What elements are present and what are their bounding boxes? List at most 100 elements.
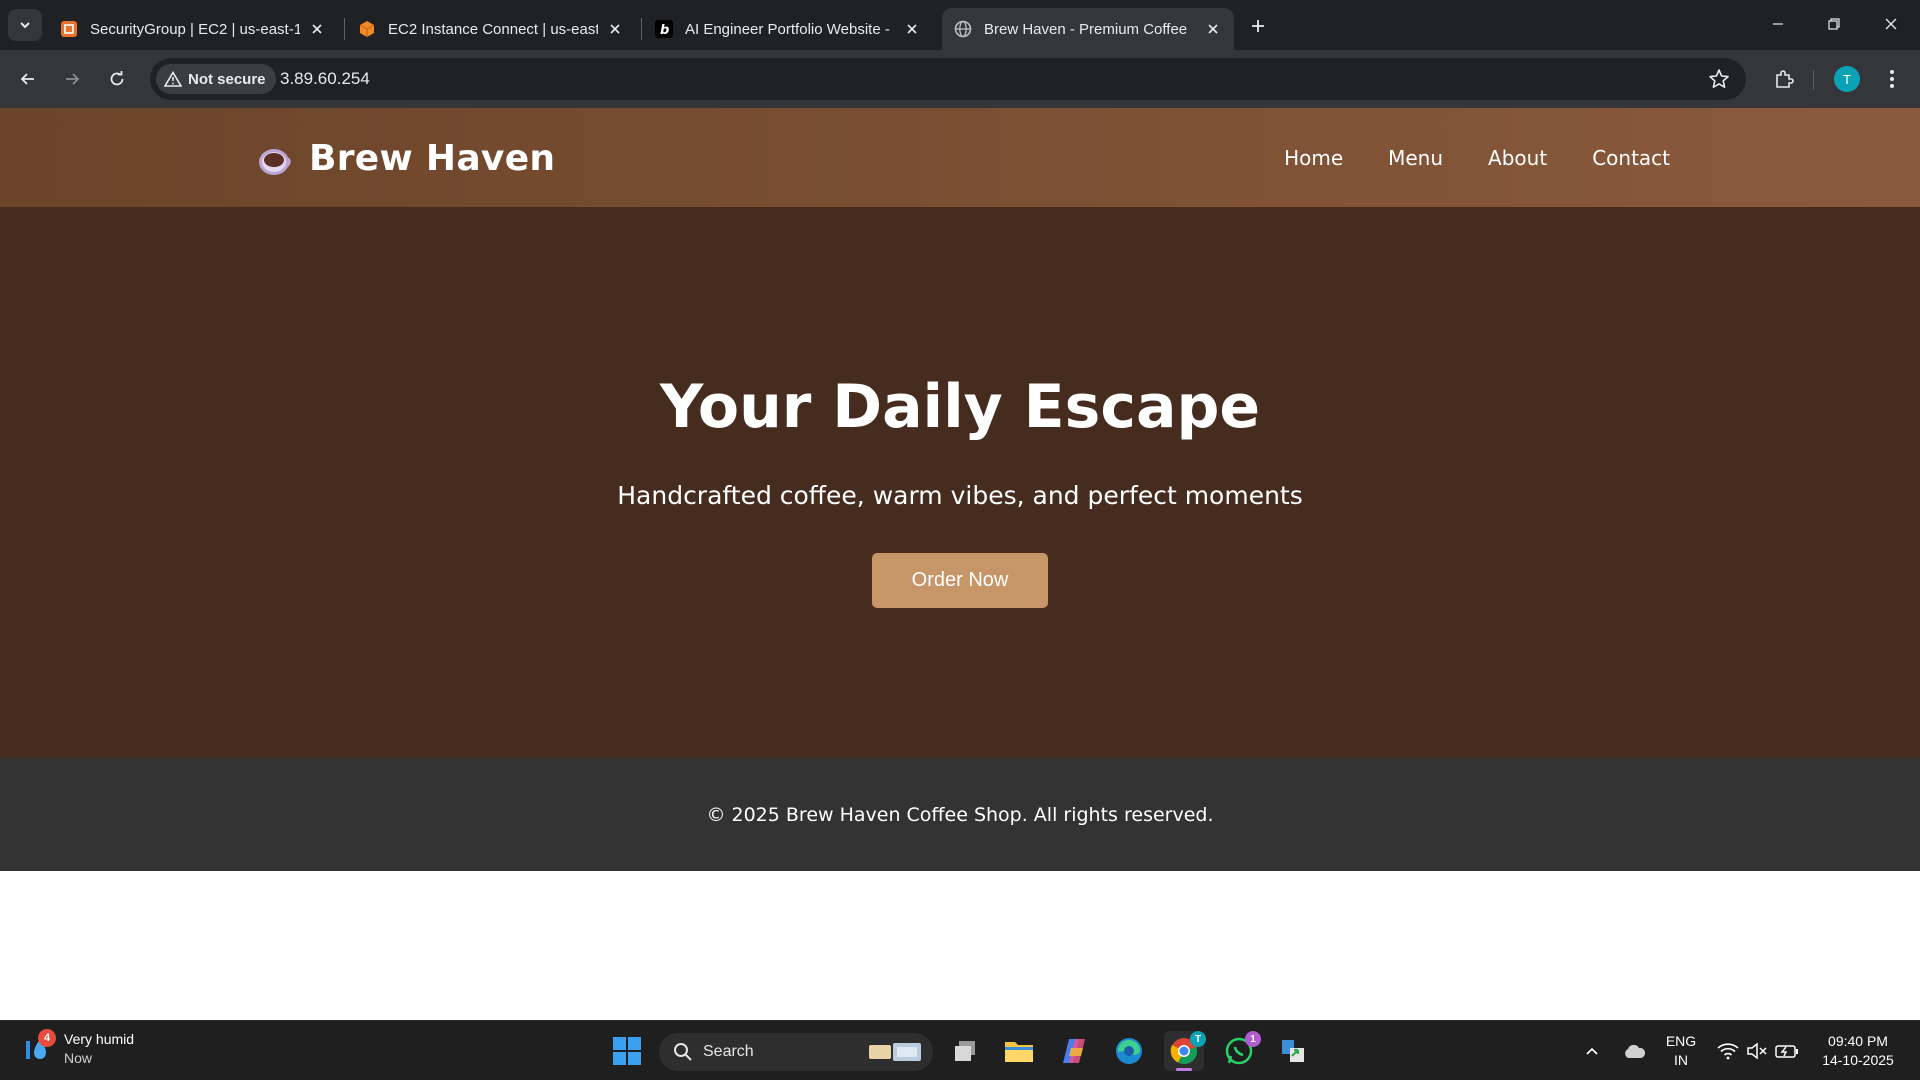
plus-icon xyxy=(1252,20,1264,32)
nav-home[interactable]: Home xyxy=(1284,146,1343,170)
browser-tab-bar: SecurityGroup | EC2 | us-east-1 EC2 Inst… xyxy=(0,0,1920,50)
browser-toolbar: Not secure 3.89.60.254 T xyxy=(0,50,1920,108)
chevron-up-icon xyxy=(1586,1047,1598,1055)
tab-ai-portfolio[interactable]: b AI Engineer Portfolio Website - xyxy=(643,8,933,50)
tab-divider xyxy=(641,18,642,40)
security-indicator[interactable]: Not secure xyxy=(156,64,276,94)
app-shortcut-icon xyxy=(1282,1040,1304,1062)
file-explorer-button[interactable] xyxy=(999,1031,1039,1071)
toolbar-divider xyxy=(1813,70,1814,90)
edge-browser-icon xyxy=(1116,1038,1142,1064)
hero-subtitle: Handcrafted coffee, warm vibes, and perf… xyxy=(617,481,1303,510)
reload-button[interactable] xyxy=(101,63,133,95)
task-view-button[interactable] xyxy=(945,1031,985,1071)
battery-charging-icon xyxy=(1775,1045,1798,1058)
close-icon[interactable] xyxy=(903,20,921,38)
extensions-button[interactable] xyxy=(1768,63,1800,95)
nav-menu[interactable]: Menu xyxy=(1388,146,1443,170)
aws-cube-icon xyxy=(358,20,376,38)
bookmark-star-icon[interactable] xyxy=(1708,68,1730,90)
order-now-button[interactable]: Order Now xyxy=(872,553,1048,608)
tab-search-button[interactable] xyxy=(8,9,42,41)
puzzle-piece-icon xyxy=(1776,70,1794,88)
new-tab-button[interactable] xyxy=(1244,12,1272,40)
hero-title: Your Daily Escape xyxy=(659,372,1261,442)
folder-icon xyxy=(1005,1042,1033,1062)
show-hidden-icons-button[interactable] xyxy=(1572,1031,1612,1071)
clock[interactable]: 09:40 PM 14-10-2025 xyxy=(1808,1032,1908,1070)
site-name: Brew Haven xyxy=(309,138,556,179)
battery-button[interactable] xyxy=(1767,1031,1807,1071)
chrome-button[interactable]: T xyxy=(1164,1031,1206,1071)
nav-contact[interactable]: Contact xyxy=(1592,146,1670,170)
taskbar: 4 Very humid Now Search T 1 ENG IN 09:40… xyxy=(0,1020,1920,1080)
hero-section: Your Daily Escape Handcrafted coffee, wa… xyxy=(0,207,1920,758)
profile-avatar[interactable]: T xyxy=(1834,66,1860,92)
aws-ec2-icon xyxy=(60,20,78,38)
nav-about[interactable]: About xyxy=(1488,146,1547,170)
clock-date: 14-10-2025 xyxy=(1822,1052,1894,1068)
restore-icon xyxy=(1828,18,1840,30)
site-header: Brew Haven Home Menu About Contact xyxy=(0,108,1920,207)
start-button[interactable] xyxy=(607,1031,647,1071)
url-text[interactable]: 3.89.60.254 xyxy=(280,69,370,89)
wifi-icon xyxy=(1717,1043,1739,1060)
windows-logo-icon xyxy=(613,1037,641,1065)
volume-muted-icon xyxy=(1747,1042,1767,1060)
weather-time: Now xyxy=(64,1050,93,1066)
site-footer: © 2025 Brew Haven Coffee Shop. All right… xyxy=(0,758,1920,871)
notification-badge: 1 xyxy=(1245,1031,1261,1047)
tab-brew-haven[interactable]: Brew Haven - Premium Coffee xyxy=(942,8,1234,50)
task-view-icon xyxy=(955,1041,975,1061)
reload-icon xyxy=(110,71,124,86)
weather-icon: 4 xyxy=(22,1029,58,1067)
clock-time: 09:40 PM xyxy=(1828,1033,1888,1049)
tab-title: Brew Haven - Premium Coffee xyxy=(984,20,1188,38)
whatsapp-button[interactable]: 1 xyxy=(1219,1031,1261,1071)
onedrive-button[interactable] xyxy=(1614,1031,1654,1071)
copyright-text: © 2025 Brew Haven Coffee Shop. All right… xyxy=(706,804,1214,826)
search-icon xyxy=(674,1043,692,1061)
app-button[interactable] xyxy=(1273,1031,1313,1071)
language-region: IN xyxy=(1674,1052,1688,1068)
cloud-icon xyxy=(1625,1044,1646,1058)
taskbar-search[interactable]: Search xyxy=(659,1033,933,1071)
copilot-icon xyxy=(1063,1039,1085,1063)
restore-button[interactable] xyxy=(1805,0,1863,48)
minimize-button[interactable] xyxy=(1749,0,1807,48)
close-window-button[interactable] xyxy=(1862,0,1920,48)
edge-button[interactable] xyxy=(1109,1031,1149,1071)
more-vert-icon xyxy=(1890,70,1894,88)
globe-icon xyxy=(954,20,972,38)
tab-title: SecurityGroup | EC2 | us-east-1 xyxy=(90,20,300,38)
language-indicator[interactable]: ENG IN xyxy=(1660,1032,1702,1070)
copilot-button[interactable] xyxy=(1054,1031,1094,1071)
minimize-icon xyxy=(1773,23,1783,25)
tab-security-group[interactable]: SecurityGroup | EC2 | us-east-1 xyxy=(48,8,338,50)
bold-b-icon: b xyxy=(655,20,673,38)
browser-menu-button[interactable] xyxy=(1880,63,1904,95)
site-logo[interactable]: Brew Haven xyxy=(255,138,555,179)
svg-text:b: b xyxy=(660,23,669,38)
tab-title: AI Engineer Portfolio Website - xyxy=(685,20,890,38)
tab-ec2-instance-connect[interactable]: EC2 Instance Connect | us-east- xyxy=(346,8,636,50)
language-code: ENG xyxy=(1665,1033,1697,1049)
back-button[interactable] xyxy=(12,63,44,95)
security-label: Not secure xyxy=(188,70,266,88)
forward-button[interactable] xyxy=(56,63,88,95)
tab-title: EC2 Instance Connect | us-east- xyxy=(388,20,598,38)
chevron-down-icon xyxy=(20,22,30,29)
active-indicator xyxy=(1176,1068,1192,1071)
weather-widget[interactable]: 4 Very humid Now xyxy=(22,1029,134,1068)
close-icon[interactable] xyxy=(606,20,624,38)
search-highlight-icon xyxy=(869,1043,921,1061)
address-bar[interactable]: Not secure 3.89.60.254 xyxy=(150,58,1746,100)
notification-badge: 4 xyxy=(38,1029,56,1047)
main-nav: Home Menu About Contact xyxy=(1239,146,1670,170)
arrow-right-icon xyxy=(66,73,80,85)
close-icon[interactable] xyxy=(308,20,326,38)
search-label: Search xyxy=(703,1043,754,1060)
tab-divider xyxy=(344,18,345,40)
close-icon[interactable] xyxy=(1204,20,1222,38)
coffee-cup-icon xyxy=(259,148,291,175)
